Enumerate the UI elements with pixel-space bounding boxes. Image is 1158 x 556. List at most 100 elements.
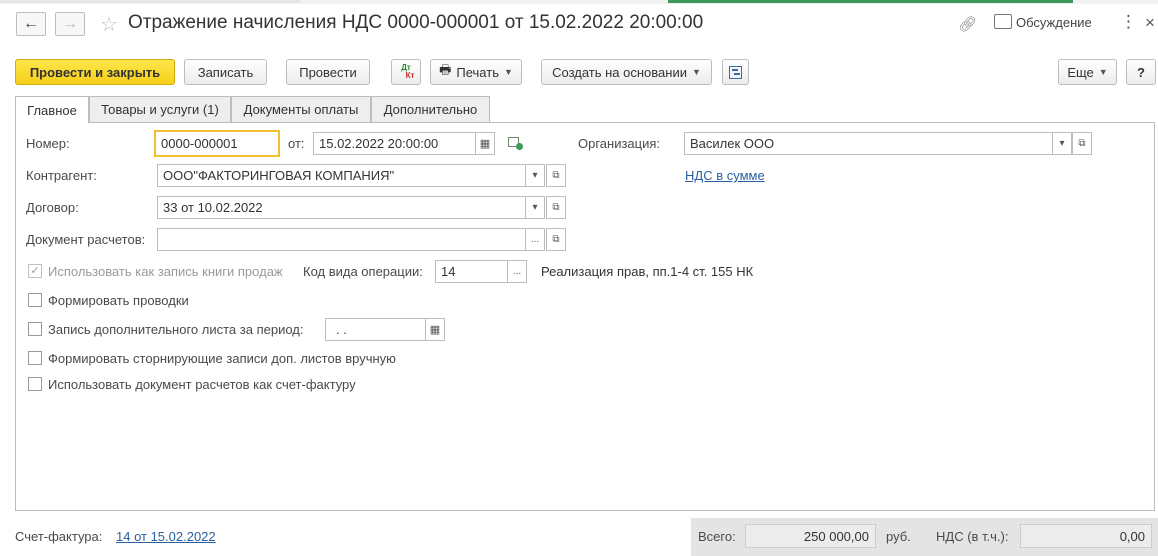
printer-icon: 🖶︎ [439, 62, 452, 77]
open-icon: ⧉ [1078, 138, 1086, 149]
total-label: Всего: [698, 529, 736, 544]
contract-open-button[interactable]: ⧉ [546, 196, 566, 219]
make-entries-checkbox[interactable] [28, 293, 42, 307]
help-button[interactable]: ? [1126, 59, 1156, 85]
save-button[interactable]: Записать [184, 59, 267, 85]
calendar-icon: ▦ [429, 324, 441, 336]
storno-label: Формировать сторнирующие записи доп. лис… [48, 351, 396, 366]
settlement-doc-open-button[interactable]: ⧉ [546, 228, 566, 251]
calendar-icon: ▦ [479, 138, 491, 150]
vat-in-amount-link[interactable]: НДС в сумме [685, 168, 765, 183]
print-button[interactable]: 🖶︎ Печать ▼ [430, 59, 522, 85]
tab-goods-services-label: Товары и услуги (1) [101, 102, 219, 117]
forward-button[interactable]: → [55, 12, 85, 36]
print-label: Печать [456, 64, 499, 80]
use-as-invoice-label: Использовать документ расчетов как счет-… [48, 377, 356, 392]
checkmark-icon: ✓ [30, 265, 40, 277]
discussion-button[interactable]: Обсуждение [1016, 15, 1092, 30]
date-field[interactable]: 15.02.2022 20:00:00 [313, 132, 476, 155]
settlement-doc-label: Документ расчетов: [26, 232, 146, 247]
counterparty-field[interactable]: ООО"ФАКТОРИНГОВАЯ КОМПАНИЯ" [157, 164, 526, 187]
chevron-down-icon: ▼ [691, 67, 701, 77]
top-strip [0, 0, 1158, 4]
vat-label: НДС (в т.ч.): [936, 529, 1009, 544]
use-sales-book-label: Использовать как запись книги продаж [48, 264, 283, 279]
counterparty-dropdown-button[interactable]: ▾ [525, 164, 545, 187]
settlement-doc-select-button[interactable]: ... [525, 228, 545, 251]
number-settings-icon[interactable] [508, 136, 524, 150]
create-based-on-label: Создать на основании [552, 64, 687, 80]
create-based-on-button[interactable]: Создать на основании ▼ [541, 59, 712, 85]
open-icon: ⧉ [552, 170, 560, 181]
open-icon: ⧉ [552, 234, 560, 245]
arrow-left-icon: ← [23, 15, 39, 32]
help-label: ? [1137, 64, 1145, 80]
tab-main-label: Главное [27, 102, 77, 118]
counterparty-label: Контрагент: [26, 168, 97, 183]
chevron-down-icon: ▼ [503, 67, 513, 77]
structure-icon [729, 65, 742, 79]
tab-main[interactable]: Главное [15, 96, 89, 123]
additional-sheet-calendar-button[interactable]: ▦ [425, 318, 445, 341]
op-code-select-button[interactable]: ... [507, 260, 527, 283]
number-label: Номер: [26, 136, 70, 151]
op-code-label: Код вида операции: [303, 264, 423, 279]
currency-label: руб. [886, 529, 911, 544]
back-button[interactable]: ← [16, 12, 46, 36]
ellipsis-icon: ... [512, 266, 522, 277]
more-button[interactable]: Еще ▼ [1058, 59, 1117, 85]
post-and-close-label: Провести и закрыть [29, 64, 161, 80]
structure-button[interactable] [722, 59, 749, 85]
contract-field[interactable]: 33 от 10.02.2022 [157, 196, 526, 219]
close-icon[interactable]: × [1145, 13, 1155, 33]
organization-open-button[interactable]: ⧉ [1072, 132, 1092, 155]
post-button[interactable]: Провести [286, 59, 370, 85]
make-entries-label: Формировать проводки [48, 293, 189, 308]
kt-label: Кт [405, 71, 415, 80]
contract-label: Договор: [26, 200, 79, 215]
favorite-star-icon[interactable]: ☆ [100, 12, 118, 37]
tab-goods-services[interactable]: Товары и услуги (1) [89, 96, 231, 122]
total-value: 250 000,00 [745, 524, 876, 548]
chevron-down-icon: ▾ [532, 170, 538, 181]
op-code-field[interactable]: 14 [435, 260, 508, 283]
number-field[interactable]: 0000-000001 [154, 130, 280, 157]
chevron-down-icon: ▼ [1098, 67, 1108, 77]
op-code-description: Реализация прав, пп.1-4 ст. 155 НК [541, 264, 754, 279]
post-label: Провести [299, 64, 357, 80]
post-and-close-button[interactable]: Провести и закрыть [15, 59, 175, 85]
tab-payment-docs[interactable]: Документы оплаты [231, 96, 371, 122]
organization-field[interactable]: Василек ООО [684, 132, 1053, 155]
more-label: Еще [1067, 64, 1094, 80]
save-label: Записать [197, 64, 254, 80]
ellipsis-icon: ... [530, 234, 540, 245]
open-icon: ⧉ [552, 202, 560, 213]
organization-label: Организация: [578, 136, 661, 151]
tab-payment-docs-label: Документы оплаты [243, 102, 359, 117]
organization-dropdown-button[interactable]: ▾ [1052, 132, 1072, 155]
contract-dropdown-button[interactable]: ▾ [525, 196, 545, 219]
date-from-label: от: [288, 136, 305, 151]
invoice-label: Счет-фактура: [15, 529, 103, 544]
arrow-right-icon: → [62, 15, 78, 32]
use-sales-book-checkbox[interactable]: ✓ [28, 264, 42, 278]
counterparty-open-button[interactable]: ⧉ [546, 164, 566, 187]
more-vertical-icon[interactable]: ⋮ [1120, 12, 1137, 32]
storno-checkbox[interactable] [28, 351, 42, 365]
invoice-link[interactable]: 14 от 15.02.2022 [116, 529, 216, 544]
settlement-doc-field[interactable] [157, 228, 526, 251]
vat-value: 0,00 [1020, 524, 1152, 548]
tab-additional[interactable]: Дополнительно [371, 96, 490, 122]
additional-sheet-label: Запись дополнительного листа за период: [48, 322, 304, 337]
chevron-down-icon: ▾ [532, 202, 538, 213]
additional-sheet-checkbox[interactable] [28, 322, 42, 336]
additional-sheet-period-field[interactable]: . . [325, 318, 426, 341]
dt-kt-button[interactable]: Дт Кт [391, 59, 421, 85]
use-as-invoice-checkbox[interactable] [28, 377, 42, 391]
calendar-button[interactable]: ▦ [475, 132, 495, 155]
chevron-down-icon: ▾ [1059, 138, 1065, 149]
tab-additional-label: Дополнительно [383, 102, 478, 117]
link-icon[interactable]: 🔗︎ [958, 15, 977, 33]
window-title: Отражение начисления НДС 0000-000001 от … [128, 12, 704, 33]
discussion-icon[interactable] [994, 14, 1012, 29]
